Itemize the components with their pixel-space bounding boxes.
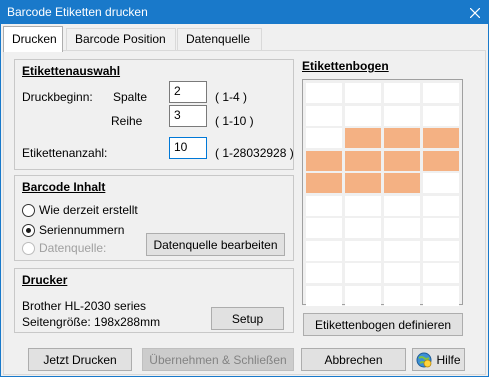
tab-datenquelle[interactable]: Datenquelle	[177, 28, 262, 50]
spalte-label: Spalte	[113, 90, 148, 104]
apply-close-button: Übernehmen & Schließen	[142, 348, 294, 371]
label-cell	[345, 128, 381, 148]
window-title: Barcode Etiketten drucken	[7, 5, 148, 19]
label-cell	[423, 105, 459, 126]
label-cell	[384, 240, 420, 261]
label-cell	[423, 263, 459, 283]
radio-wie-derzeit-label: Wie derzeit erstellt	[39, 203, 138, 217]
hilfe-label: Hilfe	[436, 352, 461, 367]
label-cell	[306, 128, 342, 148]
label-cell	[306, 218, 342, 238]
label-cell	[384, 83, 420, 103]
setup-button[interactable]: Setup	[211, 307, 284, 330]
label-cell	[306, 240, 342, 261]
label-cell	[423, 128, 459, 148]
label-cell	[423, 173, 459, 193]
label-cell	[384, 173, 420, 193]
label-cell	[345, 263, 381, 283]
label-cell	[306, 263, 342, 283]
etikettenanzahl-range: ( 1-28032928 )	[215, 146, 294, 160]
label-cell	[306, 105, 342, 126]
label-cell	[384, 285, 420, 306]
radio-seriennummern-circle[interactable]	[22, 223, 35, 237]
etikettenanzahl-input[interactable]: 10	[169, 137, 207, 159]
label-cell	[423, 218, 459, 238]
label-cell	[306, 173, 342, 193]
reihe-label: Reihe	[111, 114, 143, 128]
barcode-inhalt-title: Barcode Inhalt	[22, 180, 106, 194]
etikettenanzahl-label: Etikettenanzahl:	[22, 146, 108, 160]
label-cell	[384, 105, 420, 126]
printer-name: Brother HL-2030 series	[22, 299, 147, 313]
hilfe-button[interactable]: Hilfe	[412, 348, 465, 371]
druckbeginn-label: Druckbeginn:	[22, 90, 93, 104]
label-cell	[423, 285, 459, 306]
drucker-title: Drucker	[22, 273, 68, 287]
label-cell	[384, 128, 420, 148]
label-cell	[306, 83, 342, 103]
label-cell	[423, 195, 459, 216]
print-barcode-labels-dialog: Barcode Etiketten drucken Drucken Barcod…	[0, 0, 489, 377]
globe-help-icon	[416, 352, 432, 367]
page-size: Seitengröße: 198x288mm	[22, 315, 161, 329]
close-window-button[interactable]	[462, 1, 488, 24]
label-cell	[306, 150, 342, 171]
radio-seriennummern-label: Seriennummern	[39, 223, 125, 237]
radio-datenquelle-circle	[22, 241, 35, 255]
label-sheet-preview	[302, 79, 463, 306]
label-cell	[345, 173, 381, 193]
label-cell	[345, 150, 381, 171]
label-cell	[345, 285, 381, 306]
reihe-range: ( 1-10 )	[215, 114, 254, 128]
label-cell	[384, 150, 420, 171]
label-cell	[384, 218, 420, 238]
label-cell	[306, 195, 342, 216]
spalte-range: ( 1-4 )	[215, 90, 248, 104]
abbrechen-button[interactable]: Abbrechen	[301, 348, 406, 371]
label-cell	[345, 83, 381, 103]
jetzt-drucken-button[interactable]: Jetzt Drucken	[28, 348, 132, 371]
close-icon	[470, 7, 480, 18]
label-cell	[423, 83, 459, 103]
label-cell	[345, 105, 381, 126]
reihe-input[interactable]: 3	[169, 105, 207, 127]
etikettenbogen-definieren-button[interactable]: Etikettenbogen definieren	[303, 313, 463, 336]
etikettenbogen-title: Etikettenbogen	[302, 59, 389, 73]
spalte-input[interactable]: 2	[169, 81, 207, 103]
radio-datenquelle-label: Datenquelle:	[39, 241, 107, 255]
drucker-group: Drucker Brother HL-2030 series Seitengrö…	[14, 268, 294, 333]
label-cell	[384, 263, 420, 283]
label-cell	[384, 195, 420, 216]
radio-wie-derzeit-circle[interactable]	[22, 203, 35, 217]
etikettenauswahl-title: Etikettenauswahl	[22, 64, 121, 78]
tab-barcode-position[interactable]: Barcode Position	[66, 28, 176, 50]
tab-drucken[interactable]: Drucken	[3, 26, 63, 52]
label-cell	[423, 240, 459, 261]
label-cell	[306, 285, 342, 306]
etikettenauswahl-group: Etikettenauswahl Druckbeginn: Spalte 2 (…	[14, 59, 294, 170]
radio-seriennummern[interactable]: Seriennummern	[22, 223, 124, 237]
label-cell	[345, 218, 381, 238]
datenquelle-bearbeiten-button[interactable]: Datenquelle bearbeiten	[146, 233, 285, 256]
label-cell	[345, 195, 381, 216]
radio-wie-derzeit-erstellt[interactable]: Wie derzeit erstellt	[22, 203, 138, 217]
barcode-inhalt-group: Barcode Inhalt Wie derzeit erstellt Seri…	[14, 175, 294, 261]
radio-datenquelle: Datenquelle:	[22, 241, 106, 255]
label-cell	[423, 150, 459, 171]
title-bar: Barcode Etiketten drucken	[1, 1, 488, 24]
label-cell	[345, 240, 381, 261]
